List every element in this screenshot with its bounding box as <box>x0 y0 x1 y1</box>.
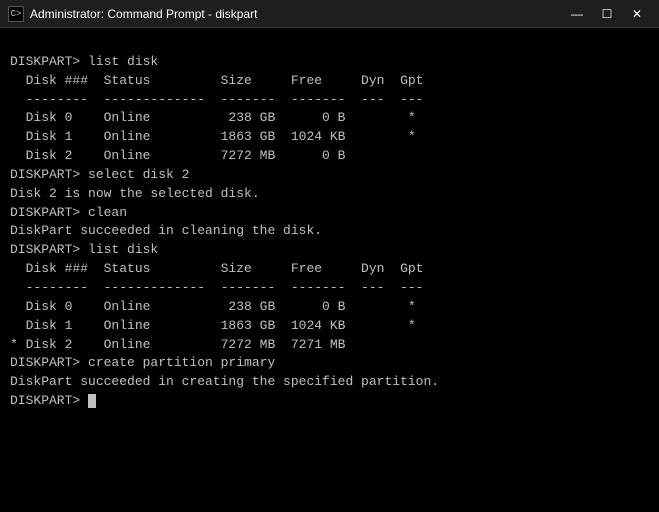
console-line: DISKPART> clean <box>10 204 649 223</box>
console-line: Disk 2 Online 7272 MB 0 B <box>10 147 649 166</box>
console-line: -------- ------------- ------- ------- -… <box>10 279 649 298</box>
console-line: DISKPART> list disk <box>10 53 649 72</box>
console-line: DISKPART> list disk <box>10 241 649 260</box>
console-line: Disk 1 Online 1863 GB 1024 KB * <box>10 317 649 336</box>
console-line: DISKPART> <box>10 392 649 411</box>
maximize-button[interactable]: ☐ <box>593 3 621 25</box>
close-button[interactable]: ✕ <box>623 3 651 25</box>
console-line: Disk 0 Online 238 GB 0 B * <box>10 109 649 128</box>
console-line: -------- ------------- ------- ------- -… <box>10 91 649 110</box>
title-bar: C> Administrator: Command Prompt - diskp… <box>0 0 659 28</box>
console-line: DISKPART> select disk 2 <box>10 166 649 185</box>
cursor <box>88 394 96 408</box>
console-line: Disk ### Status Size Free Dyn Gpt <box>10 72 649 91</box>
app-icon: C> <box>8 6 24 22</box>
window-title: Administrator: Command Prompt - diskpart <box>30 7 257 21</box>
console-line: DiskPart succeeded in creating the speci… <box>10 373 649 392</box>
console-line: DiskPart succeeded in cleaning the disk. <box>10 222 649 241</box>
console-line: * Disk 2 Online 7272 MB 7271 MB <box>10 336 649 355</box>
console-area[interactable]: DISKPART> list disk Disk ### Status Size… <box>0 28 659 512</box>
console-line: Disk 1 Online 1863 GB 1024 KB * <box>10 128 649 147</box>
minimize-button[interactable]: — <box>563 3 591 25</box>
console-line: Disk 2 is now the selected disk. <box>10 185 649 204</box>
console-line: DISKPART> create partition primary <box>10 354 649 373</box>
console-line: Disk ### Status Size Free Dyn Gpt <box>10 260 649 279</box>
console-line: Disk 0 Online 238 GB 0 B * <box>10 298 649 317</box>
